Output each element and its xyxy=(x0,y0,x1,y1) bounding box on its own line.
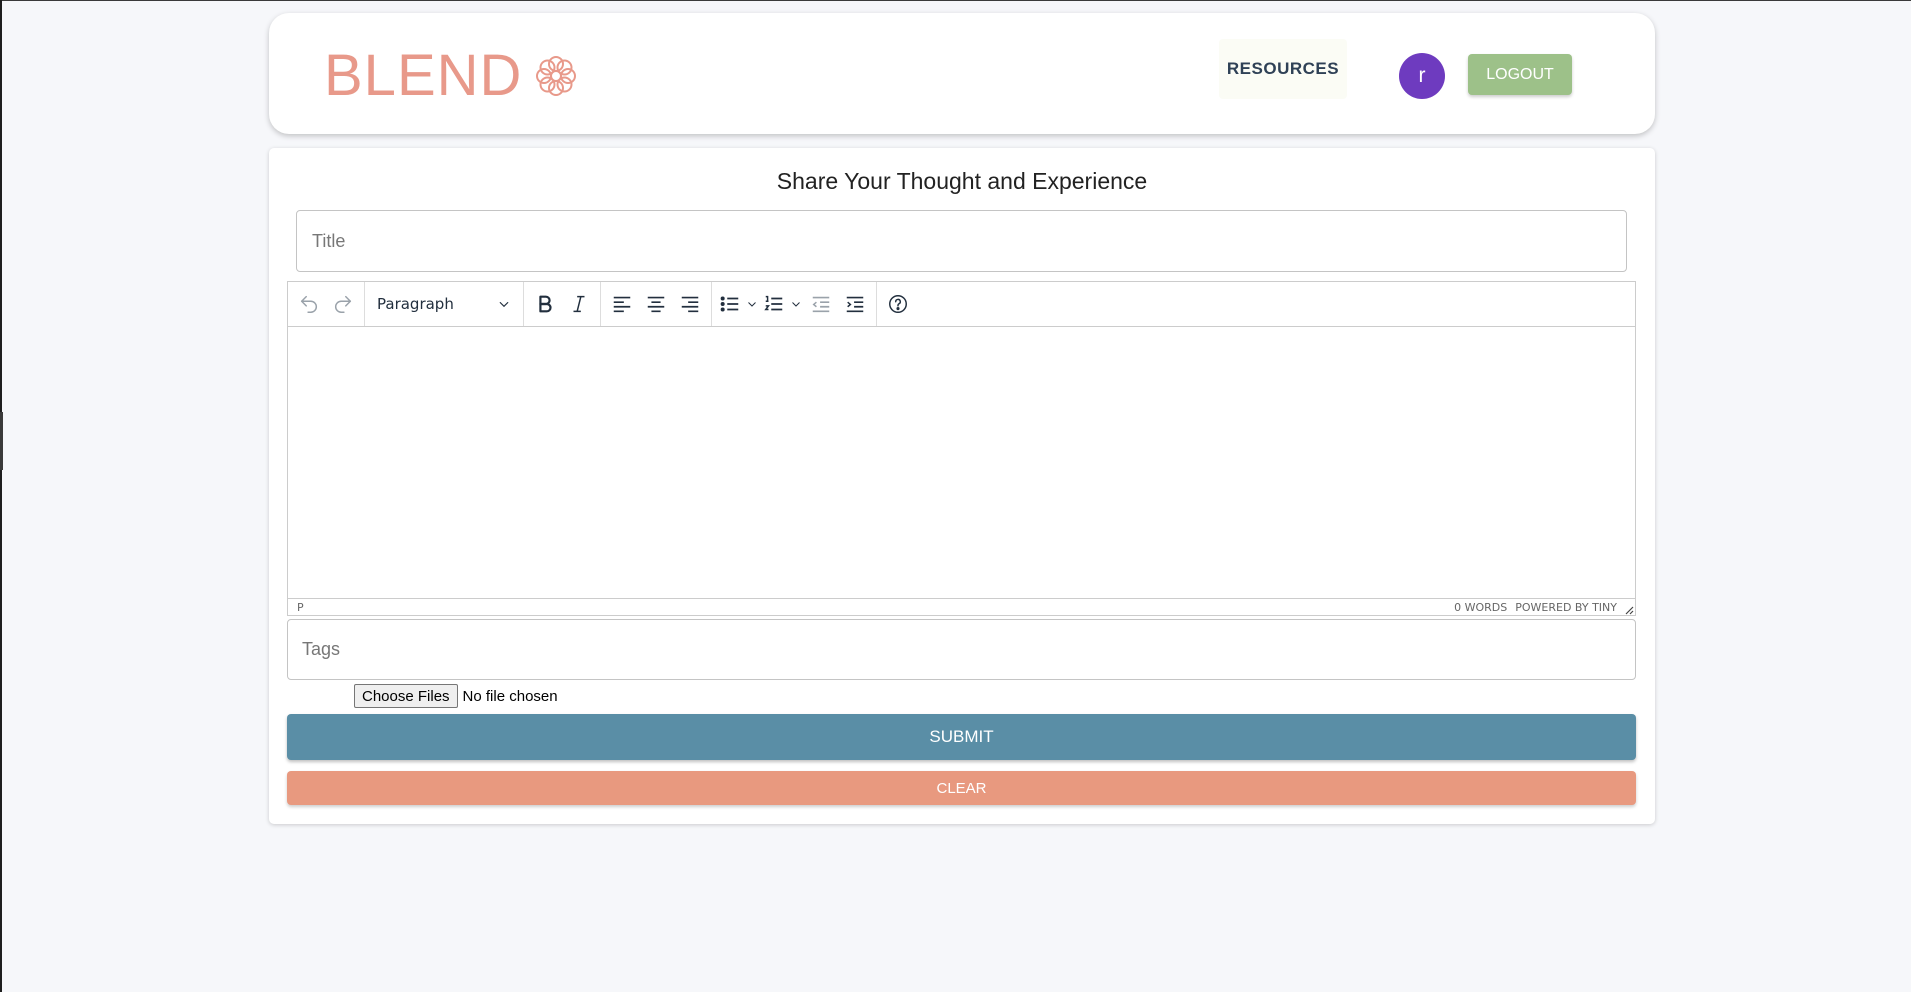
window-edge-notch xyxy=(0,412,3,470)
redo-icon[interactable] xyxy=(326,287,360,321)
help-group xyxy=(877,282,919,326)
bold-icon[interactable] xyxy=(528,287,562,321)
indent-icon[interactable] xyxy=(838,287,872,321)
block-format-value: Paragraph xyxy=(377,295,454,313)
submit-button[interactable]: SUBMIT xyxy=(287,714,1636,760)
title-input[interactable] xyxy=(296,210,1627,272)
chevron-down-icon xyxy=(499,301,509,308)
help-icon[interactable] xyxy=(881,287,915,321)
resources-link[interactable]: RESOURCES xyxy=(1219,39,1347,99)
editor-content-area[interactable] xyxy=(288,327,1635,598)
list-group xyxy=(712,282,877,326)
bullet-list-split xyxy=(716,287,760,321)
logout-button[interactable]: LOGOUT xyxy=(1468,54,1572,95)
word-count[interactable]: 0 WORDS xyxy=(1454,601,1507,614)
choose-files-button[interactable]: Choose Files xyxy=(354,684,458,708)
undo-icon[interactable] xyxy=(292,287,326,321)
alignment-group xyxy=(601,282,712,326)
tiny-branding-link[interactable]: POWERED BY TINY xyxy=(1515,601,1617,614)
history-group xyxy=(288,282,365,326)
formatting-group xyxy=(524,282,601,326)
align-left-icon[interactable] xyxy=(605,287,639,321)
align-right-icon[interactable] xyxy=(673,287,707,321)
chevron-down-icon[interactable] xyxy=(788,287,804,321)
window-left-edge xyxy=(0,0,2,992)
app-header: BLEND RESOURCES r LOGOUT xyxy=(269,13,1655,134)
logo-text: BLEND xyxy=(324,43,523,108)
statusbar-right: 0 WORDS POWERED BY TINY xyxy=(1454,601,1617,614)
rich-text-editor: Paragraph P 0 WORDS POWERED BY TINY xyxy=(287,281,1636,616)
element-path[interactable]: P xyxy=(297,601,304,614)
file-chooser: Choose Files No file chosen xyxy=(354,684,558,708)
post-form-card: Share Your Thought and Experience Paragr… xyxy=(269,148,1655,824)
editor-statusbar: P 0 WORDS POWERED BY TINY xyxy=(288,598,1635,616)
editor-toolbar: Paragraph xyxy=(288,282,1635,327)
bullet-list-icon[interactable] xyxy=(716,287,744,321)
logo[interactable]: BLEND xyxy=(324,47,578,105)
tags-input[interactable] xyxy=(287,619,1636,680)
numbered-list-split xyxy=(760,287,804,321)
window-top-edge xyxy=(0,0,1911,1)
block-format-group: Paragraph xyxy=(365,282,524,326)
page-title: Share Your Thought and Experience xyxy=(776,168,1148,194)
file-status-text: No file chosen xyxy=(462,687,558,705)
flower-knot-icon xyxy=(536,56,577,96)
numbered-list-icon[interactable] xyxy=(760,287,788,321)
outdent-icon[interactable] xyxy=(804,287,838,321)
align-center-icon[interactable] xyxy=(639,287,673,321)
chevron-down-icon[interactable] xyxy=(744,287,760,321)
resize-handle-icon[interactable] xyxy=(1624,605,1634,615)
block-format-select[interactable]: Paragraph xyxy=(369,287,519,321)
italic-icon[interactable] xyxy=(562,287,596,321)
avatar[interactable]: r xyxy=(1399,53,1445,99)
clear-button[interactable]: CLEAR xyxy=(287,771,1636,805)
